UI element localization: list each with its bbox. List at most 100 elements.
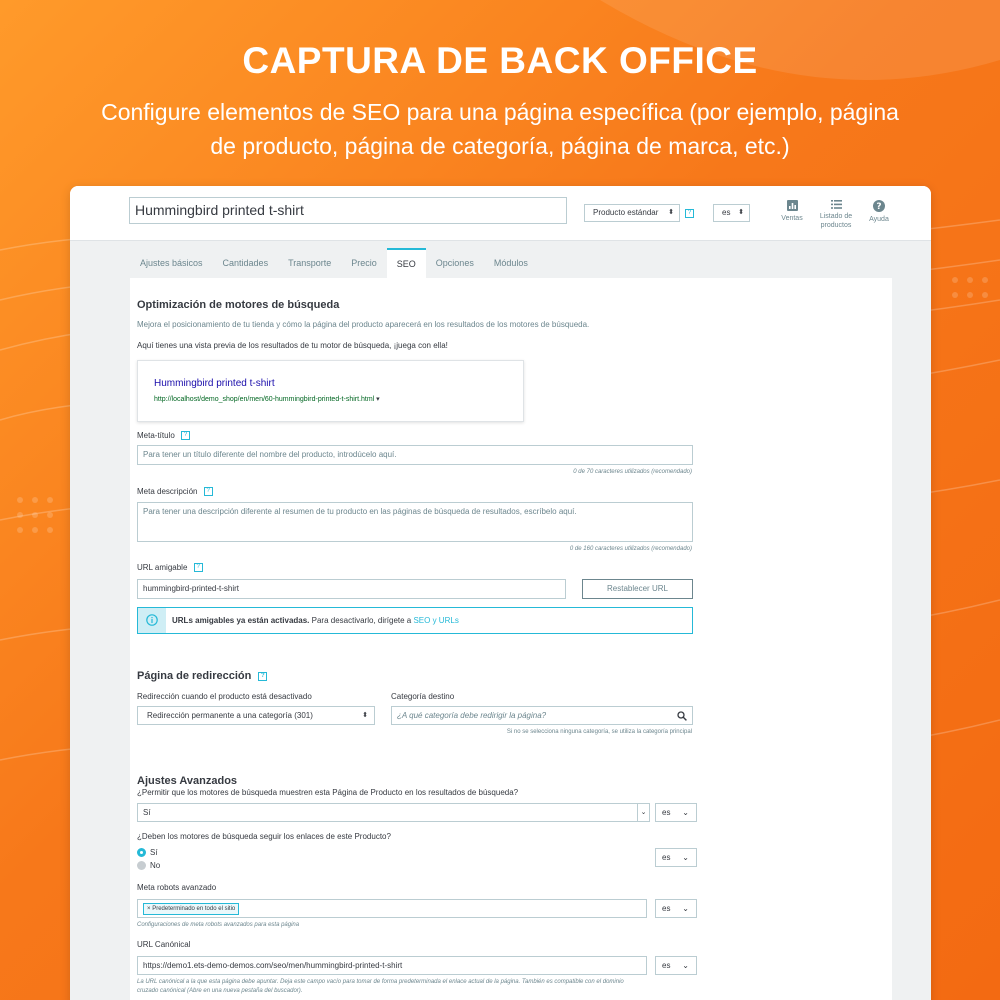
search-preview: Hummingbird printed t-shirt http://local…	[137, 360, 524, 422]
target-category-input[interactable]: ¿A qué categoría debe redirigir la págin…	[391, 706, 693, 725]
alert-bold-text: URLs amigables ya están activadas.	[172, 616, 310, 625]
allow-indexing-value: Sí	[143, 808, 151, 817]
list-icon	[830, 200, 842, 209]
select-arrows-icon: ⬍	[362, 712, 368, 719]
help-icon[interactable]: ?	[203, 487, 213, 497]
meta-robots-input[interactable]: × Predeterminado en todo el sitio	[137, 899, 647, 918]
seo-urls-link[interactable]: SEO y URLs	[413, 616, 458, 625]
back-office-window: Hummingbird printed t-shirt Producto est…	[70, 186, 931, 1000]
chevron-down-icon: ⌄	[682, 961, 689, 970]
friendly-url-label-text: URL amigable	[137, 563, 188, 572]
product-type-select[interactable]: Producto estándar ⬍	[584, 204, 680, 222]
meta-description-label: Meta descripción ?	[137, 487, 213, 497]
svg-text:?: ?	[876, 202, 881, 212]
help-icon[interactable]: ?	[258, 671, 268, 681]
canonical-url-label: URL Canónical	[137, 940, 191, 949]
follow-radio-no[interactable]: No	[137, 861, 161, 871]
search-icon[interactable]	[677, 711, 687, 721]
allow-indexing-lang: es	[662, 808, 671, 817]
meta-robots-note: Configuraciones de meta robots avanzados…	[137, 922, 300, 928]
follow-radio-yes[interactable]: Sí	[137, 848, 158, 858]
follow-no-label: No	[150, 861, 161, 870]
reset-url-button[interactable]: Restablecer URL	[582, 579, 693, 599]
select-arrows-icon: ⬍	[738, 209, 744, 216]
redirect-when-disabled-label: Redirección cuando el producto está desa…	[137, 692, 312, 701]
meta-title-input[interactable]: Para tener un título diferente del nombr…	[137, 445, 693, 465]
preview-title: Hummingbird printed t-shirt	[154, 378, 275, 389]
tab-price[interactable]: Precio	[341, 248, 387, 279]
chevron-down-icon: ⌄	[682, 904, 689, 913]
chart-icon	[786, 200, 798, 211]
sales-label: Ventas	[781, 215, 803, 222]
meta-description-textarea[interactable]: Para tener una descripción diferente al …	[137, 502, 693, 542]
allow-indexing-language-select[interactable]: es ⌄	[655, 803, 697, 822]
tab-options[interactable]: Opciones	[426, 248, 484, 279]
meta-title-label-text: Meta-título	[137, 431, 175, 440]
remove-tag-icon[interactable]: ×	[147, 906, 151, 912]
allow-indexing-label: ¿Permitir que los motores de búsqueda mu…	[137, 788, 519, 797]
follow-yes-label: Sí	[150, 848, 158, 857]
product-type-value: Producto estándar	[593, 208, 659, 217]
select-arrows-icon: ⬍	[668, 209, 674, 216]
meta-title-label: Meta-título ?	[137, 431, 191, 441]
tab-seo[interactable]: SEO	[386, 248, 426, 279]
product-tabs: Ajustes básicos Cantidades Transporte Pr…	[130, 248, 538, 279]
target-category-placeholder: ¿A qué categoría debe redirigir la págin…	[397, 711, 547, 720]
help-icon[interactable]: ?	[193, 563, 203, 573]
redirect-type-select[interactable]: Redirección permanente a una categoría (…	[137, 706, 375, 725]
help-icon[interactable]: ?	[181, 431, 191, 441]
friendly-url-label: URL amigable ?	[137, 563, 203, 573]
follow-links-label: ¿Deben los motores de búsqueda seguir lo…	[137, 832, 391, 841]
product-header: Hummingbird printed t-shirt Producto est…	[70, 186, 931, 241]
allow-indexing-select[interactable]: Sí ⌄	[137, 803, 650, 822]
radio-unchecked-icon	[137, 861, 146, 871]
redirect-type-value: Redirección permanente a una categoría (…	[147, 711, 313, 720]
meta-robots-language-select[interactable]: es ⌄	[655, 899, 697, 918]
help-circle-icon: ?	[873, 200, 885, 212]
tab-shipping[interactable]: Transporte	[278, 248, 341, 279]
follow-links-language-select[interactable]: es ⌄	[655, 848, 697, 867]
preview-url: http://localhost/demo_shop/en/men/60-hum…	[154, 395, 380, 403]
friendly-url-input[interactable]: hummingbird-printed-t-shirt	[137, 579, 566, 599]
help-icon[interactable]: ?	[685, 209, 694, 218]
redirect-title-text: Página de redirección	[137, 670, 252, 682]
chevron-down-icon: ⌄	[637, 804, 649, 821]
info-icon	[146, 614, 158, 626]
meta-robots-label: Meta robots avanzado	[137, 883, 217, 892]
tab-quantities[interactable]: Cantidades	[213, 248, 279, 279]
product-list-label: Listado de productos	[819, 213, 853, 229]
language-select[interactable]: es ⬍	[713, 204, 750, 222]
robots-tag[interactable]: × Predeterminado en todo el sitio	[143, 903, 240, 915]
help-button[interactable]: ? Ayuda	[865, 200, 893, 224]
preview-intro: Aquí tienes una vista previa de los resu…	[137, 341, 448, 350]
target-category-note: Si no se selecciona ninguna categoría, s…	[506, 729, 692, 735]
sales-button[interactable]: Ventas	[776, 200, 808, 223]
hero-title: CAPTURA DE BACK OFFICE	[242, 40, 758, 81]
meta-title-counter: 0 de 70 caracteres utilizados (recomenda…	[573, 469, 692, 475]
product-name-input[interactable]: Hummingbird printed t-shirt	[129, 197, 567, 224]
seo-panel: Optimización de motores de búsqueda Mejo…	[130, 278, 892, 1000]
preview-url-text: http://localhost/demo_shop/en/men/60-hum…	[154, 396, 375, 403]
caret-down-icon: ▾	[376, 396, 380, 403]
meta-robots-lang: es	[662, 904, 671, 913]
chevron-down-icon: ⌄	[682, 853, 689, 862]
canonical-url-input[interactable]: https://demo1.ets-demo-demos.com/seo/men…	[137, 956, 647, 975]
alert-body-text: Para desactivarlo, dirígete a	[309, 616, 414, 625]
product-list-button[interactable]: Listado de productos	[815, 200, 857, 230]
chevron-down-icon: ⌄	[682, 808, 689, 817]
seo-title: Optimización de motores de búsqueda	[137, 299, 340, 311]
help-label: Ayuda	[869, 216, 889, 223]
hero-subtitle: Configure elementos de SEO para una pági…	[101, 99, 899, 159]
canonical-url-lang: es	[662, 961, 671, 970]
meta-description-label-text: Meta descripción	[137, 487, 198, 496]
tab-modules[interactable]: Módulos	[484, 248, 538, 279]
canonical-url-language-select[interactable]: es ⌄	[655, 956, 697, 975]
target-category-label: Categoría destino	[391, 692, 455, 701]
seo-description: Mejora el posicionamiento de tu tienda y…	[137, 320, 590, 329]
redirect-title: Página de redirección ?	[137, 670, 268, 682]
alert-icon-box	[138, 608, 166, 633]
tab-basic-settings[interactable]: Ajustes básicos	[130, 248, 213, 279]
radio-checked-icon	[137, 848, 146, 858]
alert-text: URLs amigables ya están activadas. Para …	[172, 616, 459, 625]
friendly-url-alert: URLs amigables ya están activadas. Para …	[137, 607, 693, 634]
